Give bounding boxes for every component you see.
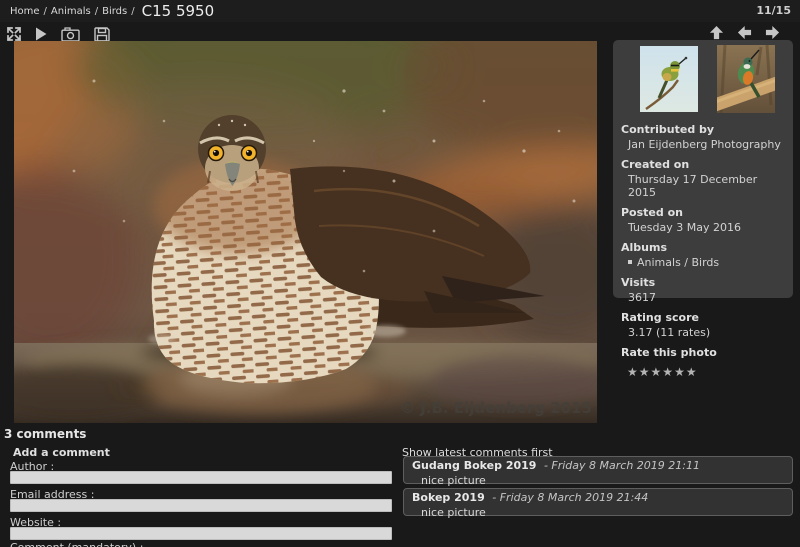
- next-photo-button[interactable]: [765, 25, 780, 40]
- meta-value-created-on: Thursday 17 December 2015: [628, 173, 787, 199]
- arrow-right-icon: [765, 25, 780, 40]
- meta-label-posted-on: Posted on: [621, 206, 787, 219]
- album-bullet: [628, 260, 632, 264]
- comment-header: Bokep 2019 - Friday 8 March 2019 21:44: [412, 492, 784, 503]
- meta-value-rating-score: 3.17 (11 rates): [628, 326, 787, 339]
- sidebar-thumbnail-1[interactable]: [640, 45, 698, 113]
- photo-illustration: © J.B. Eijdenberg 2015: [14, 41, 597, 423]
- previous-photo-button[interactable]: [737, 25, 752, 40]
- arrow-up-icon: [709, 25, 724, 40]
- comment-date: - Friday 8 March 2019 21:44: [492, 491, 648, 504]
- gallery-page: Home / Animals / Birds / C15 5950 11/15: [0, 0, 800, 547]
- play-icon: [35, 27, 47, 41]
- breadcrumb: Home / Animals / Birds / C15 5950: [10, 0, 214, 22]
- meta-value-posted-on: Tuesday 3 May 2016: [628, 221, 787, 234]
- info-sidebar: Contributed by Jan Eijdenberg Photograph…: [613, 40, 793, 298]
- meta-label-albums: Albums: [621, 241, 787, 254]
- author-input[interactable]: [10, 471, 392, 484]
- sidebar-thumbnail-2[interactable]: [717, 45, 775, 113]
- bee-eater-thumbnail-image: [640, 46, 698, 112]
- photo-watermark: © J.B. Eijdenberg 2015: [400, 399, 592, 417]
- rate-star-4[interactable]: ★: [662, 365, 674, 379]
- breadcrumb-home[interactable]: Home: [10, 6, 40, 17]
- rate-star-1[interactable]: ★: [627, 365, 639, 379]
- download-button[interactable]: [94, 27, 110, 42]
- jacamar-thumbnail-image: [717, 45, 775, 113]
- metadata-button[interactable]: [61, 27, 80, 42]
- breadcrumb-separator: /: [131, 6, 134, 17]
- rating-stars: ★★★★★★: [627, 361, 787, 380]
- photo-navigation: [709, 25, 780, 40]
- camera-icon: [61, 27, 80, 42]
- meta-value-visits: 3617: [628, 291, 787, 304]
- meta-label-contributed-by: Contributed by: [621, 123, 787, 136]
- meta-label-visits: Visits: [621, 276, 787, 289]
- comment-author: Bokep 2019: [412, 491, 485, 504]
- thumbnails-up-button[interactable]: [709, 25, 724, 40]
- top-bar: Home / Animals / Birds / C15 5950 11/15: [0, 0, 800, 22]
- neighbor-thumbnails: [640, 45, 775, 113]
- comment-text: nice picture: [412, 506, 784, 519]
- breadcrumb-separator: /: [95, 6, 98, 17]
- breadcrumb-birds[interactable]: Birds: [102, 6, 127, 17]
- comment-label: Comment (mandatory) :: [10, 541, 143, 547]
- comments-count-heading: 3 comments: [4, 427, 86, 441]
- main-photo[interactable]: © J.B. Eijdenberg 2015: [14, 41, 597, 423]
- breadcrumb-animals[interactable]: Animals: [51, 6, 91, 17]
- email-input[interactable]: [10, 499, 392, 512]
- rate-this-photo-label: Rate this photo: [621, 346, 787, 359]
- photo-counter: 11/15: [756, 4, 791, 17]
- rate-star-3[interactable]: ★: [651, 365, 663, 379]
- fullscreen-icon: [7, 27, 21, 41]
- slideshow-button[interactable]: [35, 27, 47, 41]
- rate-star-6[interactable]: ★: [686, 365, 698, 379]
- arrow-left-icon: [737, 25, 752, 40]
- comment-item: Bokep 2019 - Friday 8 March 2019 21:44 n…: [403, 488, 793, 516]
- comment-author: Gudang Bokep 2019: [412, 459, 536, 472]
- meta-label-rating-score: Rating score: [621, 311, 787, 324]
- save-icon: [94, 27, 110, 42]
- album-link[interactable]: Animals / Birds: [637, 256, 719, 269]
- comment-header: Gudang Bokep 2019 - Friday 8 March 2019 …: [412, 460, 784, 471]
- rate-star-2[interactable]: ★: [639, 365, 651, 379]
- meta-label-created-on: Created on: [621, 158, 787, 171]
- photo-metadata: Contributed by Jan Eijdenberg Photograph…: [621, 116, 787, 380]
- add-comment-heading: Add a comment: [13, 446, 110, 459]
- meta-value-albums: Animals / Birds: [628, 256, 787, 269]
- website-input[interactable]: [10, 527, 392, 540]
- rate-star-5[interactable]: ★: [674, 365, 686, 379]
- comment-text: nice picture: [412, 474, 784, 487]
- comment-item: Gudang Bokep 2019 - Friday 8 March 2019 …: [403, 456, 793, 484]
- meta-value-contributed-by: Jan Eijdenberg Photography: [628, 138, 787, 151]
- page-title: C15 5950: [142, 2, 215, 20]
- fullscreen-button[interactable]: [7, 27, 21, 41]
- breadcrumb-separator: /: [44, 6, 47, 17]
- comment-date: - Friday 8 March 2019 21:11: [544, 459, 700, 472]
